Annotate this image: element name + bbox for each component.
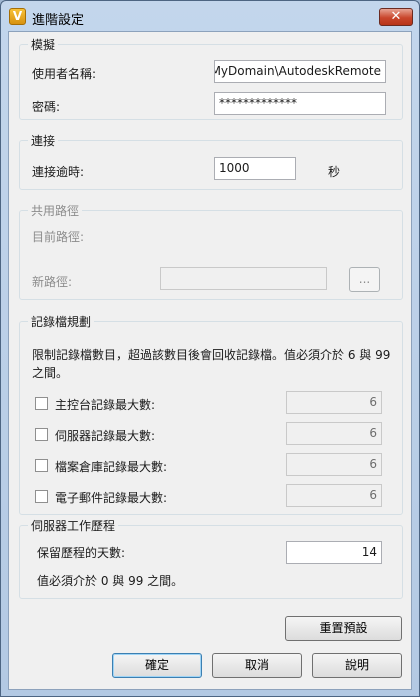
window-title: 進階設定 (32, 13, 85, 28)
share-path-group-title: 共用路徑 (28, 202, 83, 219)
username-input[interactable]: MyDomain\AutodeskRemote (214, 60, 386, 83)
email-log-checkbox[interactable] (35, 490, 48, 503)
impersonation-group-title: 模擬 (28, 36, 59, 53)
email-log-label: 電子郵件記錄最大數: (55, 491, 168, 505)
vault-log-checkbox[interactable] (35, 459, 48, 472)
close-button[interactable]: ✕ (379, 8, 413, 26)
title-bar[interactable]: V 進階設定 ✕ (1, 1, 419, 31)
browse-button[interactable]: ... (349, 267, 380, 292)
vault-log-label: 檔案倉庫記錄最大數: (55, 460, 168, 474)
reset-defaults-button[interactable]: 重置預設 (285, 616, 402, 641)
vault-log-input[interactable]: 6 (286, 453, 382, 476)
log-policy-description-line2: 之間。 (32, 366, 69, 380)
current-path-label: 目前路徑: (32, 230, 85, 244)
log-policy-description-line1: 限制記錄檔數目，超過該數目後會回收記錄檔。值必須介於 6 與 99 (32, 348, 391, 362)
history-days-input[interactable]: 14 (286, 541, 382, 564)
username-value: MyDomain\AutodeskRemote (214, 64, 381, 78)
cancel-button[interactable]: 取消 (212, 653, 302, 678)
history-note: 值必須介於 0 與 99 之間。 (37, 574, 184, 588)
history-group: 伺服器工作歷程 保留歷程的天數: 14 值必須介於 0 與 99 之間。 (19, 517, 403, 599)
dialog-window: V 進階設定 ✕ 模擬 使用者名稱: MyDomain\AutodeskRemo… (0, 0, 420, 697)
timeout-input[interactable]: 1000 (214, 157, 296, 180)
log-policy-group-title: 記錄檔規劃 (28, 313, 95, 330)
connection-group-title: 連接 (28, 132, 59, 149)
log-policy-group: 記錄檔規劃 限制記錄檔數目，超過該數目後會回收記錄檔。值必須介於 6 與 99 … (19, 313, 403, 515)
password-label: 密碼: (32, 100, 61, 114)
new-path-input[interactable] (160, 267, 327, 290)
share-path-group: 共用路徑 目前路徑: 新路徑: ... (19, 202, 403, 300)
console-log-label: 主控台記錄最大數: (55, 398, 156, 412)
help-button[interactable]: 說明 (312, 653, 402, 678)
app-icon: V (9, 8, 26, 25)
connection-group: 連接 連接逾時: 1000 秒 (19, 132, 403, 190)
server-log-label: 伺服器記錄最大數: (55, 429, 156, 443)
timeout-label: 連接逾時: (32, 165, 85, 179)
history-group-title: 伺服器工作歷程 (28, 517, 119, 534)
server-log-checkbox[interactable] (35, 428, 48, 441)
impersonation-group: 模擬 使用者名稱: MyDomain\AutodeskRemote 密碼: **… (19, 36, 403, 120)
username-label: 使用者名稱: (32, 67, 97, 81)
console-log-checkbox[interactable] (35, 397, 48, 410)
dialog-client-area: 模擬 使用者名稱: MyDomain\AutodeskRemote 密碼: **… (8, 31, 412, 690)
email-log-input[interactable]: 6 (286, 484, 382, 507)
new-path-label: 新路徑: (32, 275, 73, 289)
timeout-unit: 秒 (328, 165, 341, 179)
password-input[interactable]: ************* (214, 92, 386, 115)
history-days-label: 保留歷程的天數: (37, 546, 126, 560)
console-log-input[interactable]: 6 (286, 391, 382, 414)
ok-button[interactable]: 確定 (112, 653, 202, 678)
server-log-input[interactable]: 6 (286, 422, 382, 445)
